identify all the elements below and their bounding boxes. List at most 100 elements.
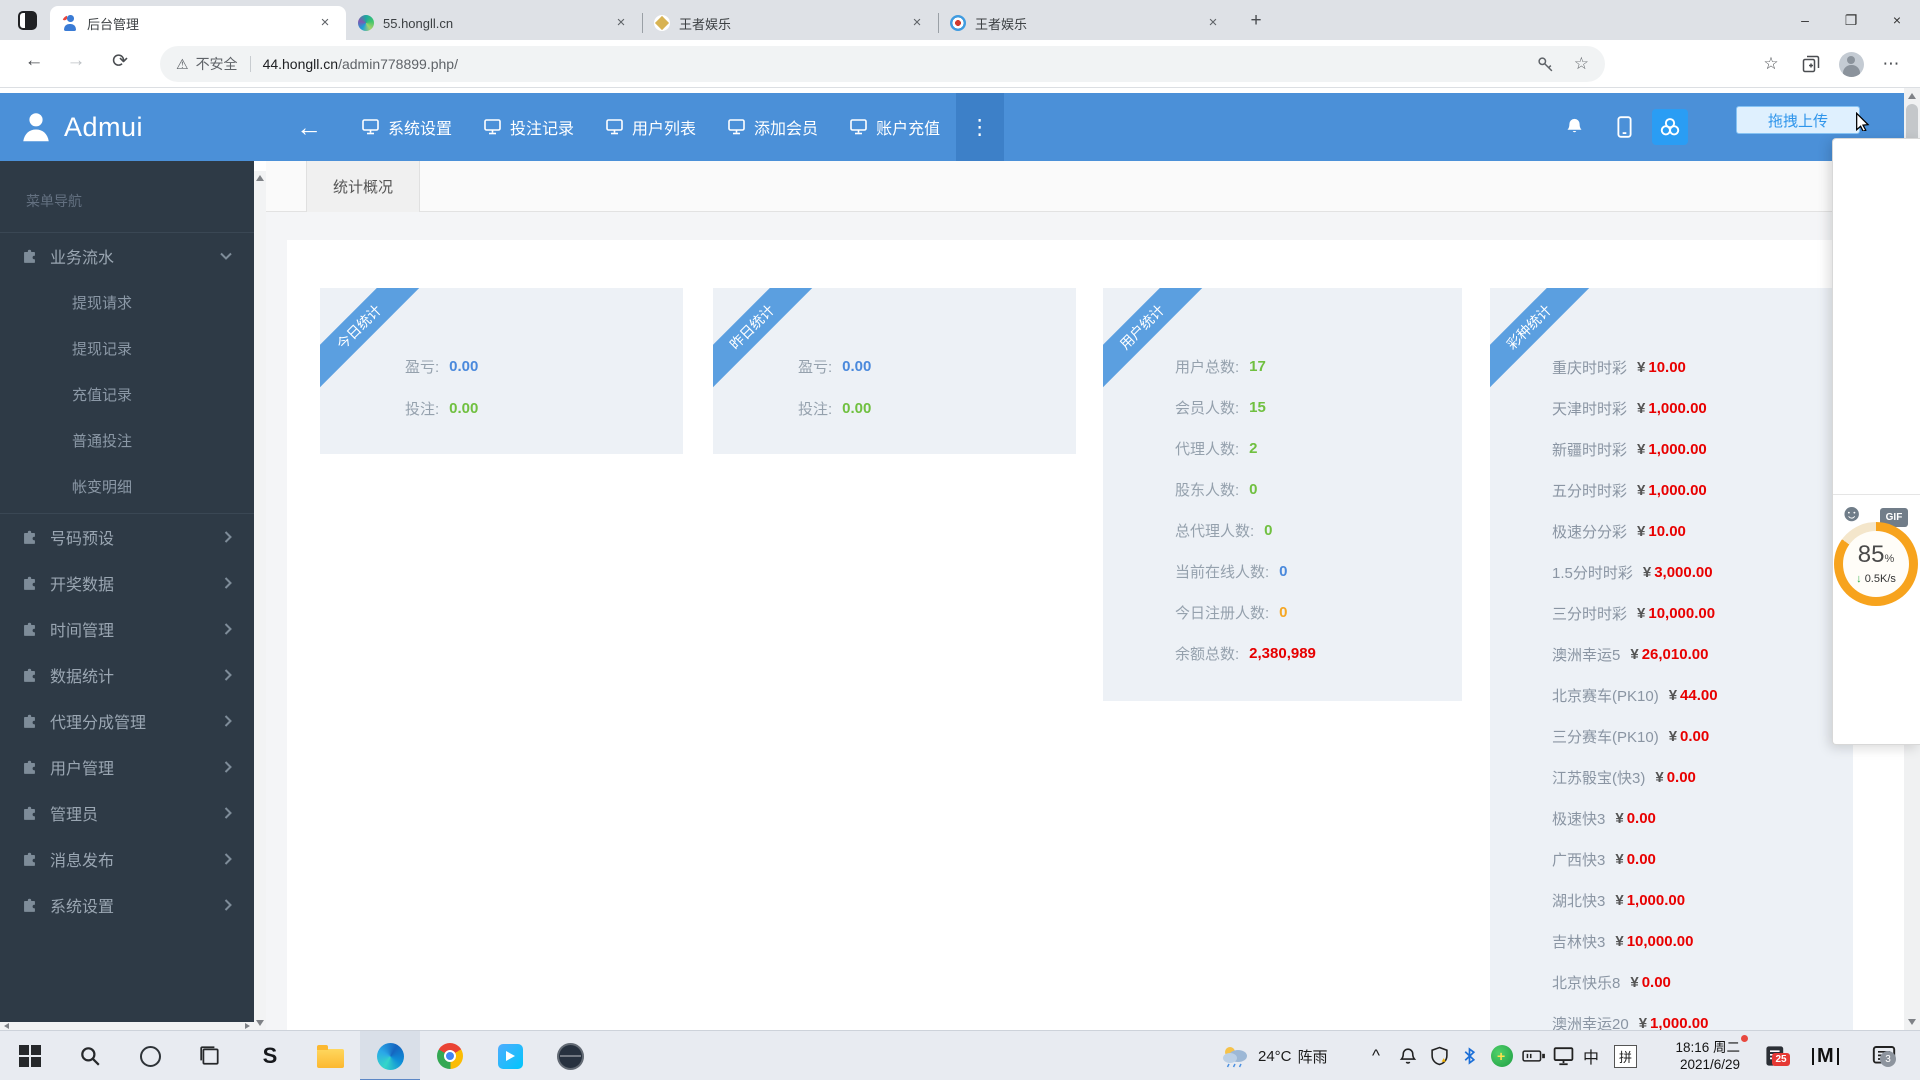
sidebar-item[interactable]: 时间管理 [0,606,254,652]
browser-menu-icon[interactable]: ⋯ [1874,47,1908,81]
action-center-button[interactable]: 3 [1868,1031,1900,1080]
sidebar-item[interactable]: 管理员 [0,790,254,836]
chevron-down-icon [220,252,232,260]
scroll-up-icon[interactable] [256,175,264,181]
collections-icon[interactable] [1794,47,1828,81]
tab-actions-button[interactable] [10,3,44,37]
tab-close-icon[interactable]: × [908,14,926,32]
brand[interactable]: Admui [0,109,254,145]
sidebar-item-label: 号码预设 [50,531,115,548]
defender-shield-icon[interactable] [1430,1031,1449,1080]
chevron-right-icon [224,531,232,543]
address-bar[interactable]: ⚠ 不安全 44.hongll.cn /admin778899.php/ ☆ [160,46,1605,82]
browser-tab[interactable]: 王者娱乐 × [938,6,1234,40]
weather-button[interactable] [1220,1031,1250,1080]
scroll-down-icon[interactable] [1908,1019,1916,1025]
stat-label: 用户总数: [1175,359,1240,376]
close-button[interactable]: × [1874,0,1920,40]
browser-tab[interactable]: 王者娱乐 × [642,6,938,40]
network-display-icon[interactable] [1553,1031,1574,1080]
ime-pinyin-button[interactable]: 拼 [1614,1031,1637,1080]
sidebar-item[interactable]: 系统设置 [0,882,254,928]
sidebar-item[interactable]: 号码预设 [0,514,254,560]
m-app-tray-icon[interactable]: M [1812,1031,1839,1080]
bluetooth-icon[interactable] [1462,1031,1477,1080]
stat-value: 0.00 [449,399,479,417]
media-app-button[interactable] [480,1031,540,1080]
emoji-smiley-icon[interactable]: ☻ [1839,501,1864,527]
lottery-label: 天津时时彩 [1552,401,1628,418]
nav-item[interactable]: 添加会员 [712,93,834,161]
weather-status[interactable]: 24°C 阵雨 [1258,1031,1328,1080]
sidebar-subitem[interactable]: 普通投注 [0,417,254,463]
reload-button[interactable]: ⟳ [104,50,136,73]
mobile-phone-icon[interactable] [1606,93,1642,161]
page-tab-bar: 统计概况 [266,161,1904,212]
lottery-label: 重庆时时彩 [1552,360,1628,377]
nav-item[interactable]: 账户充值 [834,93,956,161]
puzzle-icon [22,668,37,683]
edge-button[interactable] [360,1031,420,1080]
nav-item[interactable]: 系统设置 [346,93,468,161]
browser-tab[interactable]: 后台管理 × [50,6,346,40]
sidebar-subitem[interactable]: 提现记录 [0,325,254,371]
taskbar-search-button[interactable] [60,1031,120,1080]
favorites-icon[interactable]: ☆ [1754,47,1788,81]
back-button[interactable]: ← [18,50,50,72]
browser-app-button[interactable] [540,1031,600,1080]
scroll-down-icon[interactable] [256,1020,264,1026]
mail-app-tray-icon[interactable]: 25 [1760,1031,1792,1080]
nav-item[interactable]: 投注记录 [468,93,590,161]
tab-statistics-overview[interactable]: 统计概况 [306,161,421,212]
scroll-right-icon[interactable] [245,1023,250,1029]
scroll-left-icon[interactable] [4,1023,9,1029]
show-hidden-icons-button[interactable]: ^ [1372,1031,1380,1080]
folder-icon [316,1044,344,1068]
collapse-back-arrow[interactable]: ← [296,112,322,143]
taskbar: S 24°C 阵雨 ^ + 中 拼 18:16 周二 2021/6/29 25 … [0,1030,1920,1080]
start-button[interactable] [0,1031,60,1080]
restore-button[interactable]: ❐ [1828,0,1874,40]
sidebar-subitem[interactable]: 提现请求 [0,279,254,325]
sidebar-scrollbar[interactable] [254,171,266,1030]
taskbar-clock[interactable]: 18:16 周二 2021/6/29 [1650,1039,1740,1073]
mouse-cursor [1856,112,1870,131]
drag-upload-icon[interactable] [1652,109,1688,145]
browser-tab[interactable]: 55.hongll.cn × [346,6,642,40]
scroll-up-icon[interactable] [1908,93,1916,99]
forward-button[interactable]: → [60,50,92,72]
cortana-button[interactable] [120,1031,180,1080]
ime-language-button[interactable]: 中 [1583,1031,1599,1080]
tab-close-icon[interactable]: × [612,14,630,32]
sidebar-item-business-flow[interactable]: 业务流水 [0,233,254,279]
weather-rain-icon [1223,1047,1247,1068]
add-favorite-star-icon[interactable]: ☆ [1574,54,1589,74]
sidebar-item[interactable]: 开奖数据 [0,560,254,606]
download-overlay-panel: ☻ GIF 85% ↓ 0.5K/s [1832,138,1920,745]
notification-bell-tray-icon[interactable] [1399,1031,1417,1080]
app-s[interactable]: S [240,1031,300,1080]
sidebar-subitem[interactable]: 帐变明细 [0,463,254,509]
profile-avatar[interactable] [1834,47,1868,81]
battery-manager-icon[interactable]: + [1491,1031,1513,1080]
minimize-button[interactable]: – [1782,0,1828,40]
password-key-icon[interactable] [1537,56,1554,73]
nav-item[interactable]: 用户列表 [590,93,712,161]
sidebar-hscrollbar[interactable] [0,1022,254,1030]
tab-close-icon[interactable]: × [1204,14,1222,32]
power-plug-icon[interactable] [1522,1031,1546,1080]
sidebar-item[interactable]: 代理分成管理 [0,698,254,744]
sidebar-subitem[interactable]: 充值记录 [0,371,254,417]
sidebar-item[interactable]: 用户管理 [0,744,254,790]
task-view-button[interactable] [180,1031,240,1080]
chrome-button[interactable] [420,1031,480,1080]
sidebar-item[interactable]: 数据统计 [0,652,254,698]
file-explorer-button[interactable] [300,1031,360,1080]
nav-more-button[interactable]: ⋮ [956,93,1005,161]
sidebar-item[interactable]: 消息发布 [0,836,254,882]
new-tab-button[interactable]: + [1242,7,1270,35]
download-progress-ring[interactable]: 85% ↓ 0.5K/s [1834,522,1918,606]
tab-close-icon[interactable]: × [316,14,334,32]
s-app-icon: S [262,1043,278,1068]
notifications-bell-icon[interactable] [1556,93,1592,161]
